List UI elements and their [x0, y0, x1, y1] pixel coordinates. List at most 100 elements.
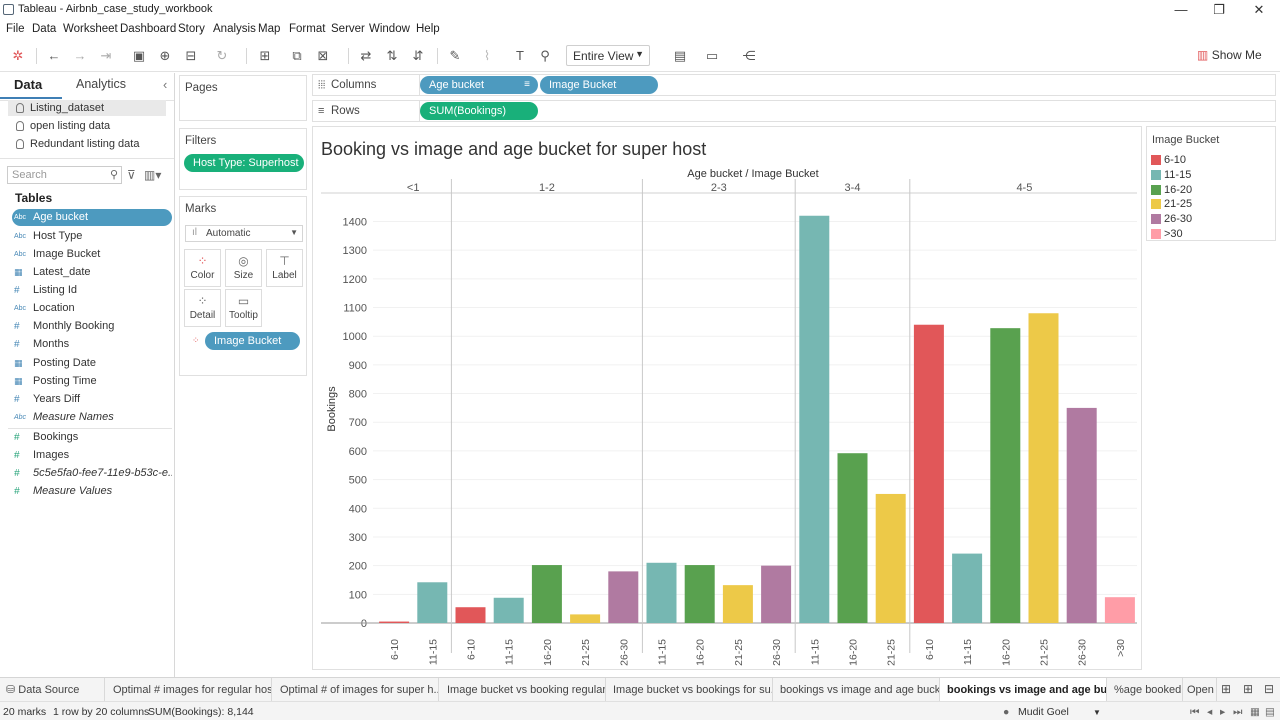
- field-host-type[interactable]: Abc Host Type: [12, 228, 172, 245]
- menu-analysis[interactable]: Analysis: [213, 23, 256, 35]
- new-worksheet-tab-icon[interactable]: ⊞: [1221, 682, 1231, 696]
- tab-data-source[interactable]: ⛁ Data Source: [0, 678, 105, 702]
- pause-updates-icon[interactable]: ⊟: [183, 48, 199, 64]
- legend-item[interactable]: 26-30: [1151, 212, 1192, 226]
- menu-file[interactable]: File: [6, 23, 25, 35]
- tab-optimal-images-regular[interactable]: Optimal # images for regular hosr: [105, 678, 272, 702]
- tab-age-booked[interactable]: %age booked: [1107, 678, 1183, 702]
- mark-type-dropdown[interactable]: ıl Automatic ▼: [185, 225, 303, 242]
- field-generated-id[interactable]: # 5c5e5fa0-fee7-11e9-b53c-e...: [12, 465, 172, 482]
- menu-window[interactable]: Window: [369, 23, 410, 35]
- datasource-listing-dataset[interactable]: Listing_dataset: [8, 100, 166, 116]
- menu-format[interactable]: Format: [289, 23, 325, 35]
- highlight-icon[interactable]: ✎: [447, 48, 463, 64]
- close-button[interactable]: ✕: [1246, 2, 1272, 18]
- label-button[interactable]: ⊤ Label: [266, 249, 303, 287]
- columns-pill-image-bucket[interactable]: Image Bucket: [540, 76, 658, 94]
- tab-bookings-image-age-super[interactable]: bookings vs image and age buc...: [940, 678, 1107, 702]
- color-button[interactable]: ⁘ Color: [184, 249, 221, 287]
- field-measure-values[interactable]: # Measure Values: [12, 483, 172, 500]
- datasource-redundant-listing[interactable]: Redundant listing data: [8, 136, 166, 152]
- bar[interactable]: [684, 565, 715, 623]
- color-legend[interactable]: Image Bucket 6-10 11-15 16-20 21-25 26-30 >30: [1146, 126, 1276, 241]
- collapse-pane-icon[interactable]: ‹: [163, 77, 167, 92]
- legend-item[interactable]: 11-15: [1151, 168, 1191, 182]
- bar[interactable]: [799, 215, 830, 623]
- bar[interactable]: [1104, 597, 1135, 623]
- worksheet-view[interactable]: Booking vs image and age bucket for supe…: [312, 126, 1142, 670]
- tab-image-bucket-super[interactable]: Image bucket vs bookings for su...: [606, 678, 773, 702]
- presentation-mode-icon[interactable]: ▭: [704, 48, 720, 64]
- legend-item[interactable]: 16-20: [1151, 183, 1192, 197]
- first-sheet-icon[interactable]: ⏮: [1190, 706, 1199, 719]
- show-labels-icon[interactable]: T: [512, 48, 528, 64]
- new-worksheet-icon[interactable]: ⊞: [257, 48, 273, 64]
- last-sheet-icon[interactable]: ⏭: [1233, 706, 1242, 719]
- menu-story[interactable]: Story: [178, 23, 205, 35]
- menu-map[interactable]: Map: [258, 23, 280, 35]
- menu-dashboard[interactable]: Dashboard: [120, 23, 176, 35]
- columns-pill-age-bucket[interactable]: Age bucket ≡: [420, 76, 538, 94]
- field-bookings[interactable]: # Bookings: [12, 429, 172, 446]
- field-measure-names[interactable]: Abc Measure Names: [12, 409, 172, 426]
- bar[interactable]: [837, 453, 868, 623]
- clear-sheet-icon[interactable]: ⊠: [315, 48, 331, 64]
- bar[interactable]: [608, 571, 639, 623]
- field-monthly-booking[interactable]: # Monthly Booking: [12, 318, 172, 335]
- maximize-button[interactable]: ❐: [1206, 2, 1232, 18]
- minimize-button[interactable]: —: [1168, 2, 1194, 18]
- bar[interactable]: [761, 565, 792, 623]
- view-options-icon[interactable]: ▥▾: [144, 168, 161, 182]
- fix-axes-icon[interactable]: ⚲: [537, 48, 553, 64]
- legend-item[interactable]: 6-10: [1151, 153, 1186, 167]
- share-icon[interactable]: ⋲: [741, 48, 757, 64]
- field-listing-id[interactable]: # Listing Id: [12, 282, 172, 299]
- duplicate-sheet-icon[interactable]: ⧉: [289, 48, 305, 64]
- swap-rows-columns-icon[interactable]: ⇄: [358, 48, 374, 64]
- tab-data[interactable]: Data: [14, 77, 42, 92]
- new-story-tab-icon[interactable]: ⊟: [1264, 682, 1274, 696]
- bar[interactable]: [952, 553, 983, 623]
- tooltip-button[interactable]: ▭ Tooltip: [225, 289, 262, 327]
- legend-item[interactable]: 21-25: [1151, 197, 1192, 211]
- filmstrip-view-icon[interactable]: ▤: [1265, 706, 1275, 718]
- field-latest-date[interactable]: ▦ Latest_date: [12, 264, 172, 281]
- search-input[interactable]: Search ⚲: [7, 166, 122, 184]
- grid-view-icon[interactable]: ▦: [1250, 706, 1260, 718]
- bar[interactable]: [417, 582, 448, 623]
- save-icon[interactable]: ▣: [131, 48, 147, 64]
- refresh-icon[interactable]: ↻: [214, 48, 230, 64]
- tableau-logo-icon[interactable]: ✲: [10, 48, 26, 64]
- bar[interactable]: [913, 324, 944, 623]
- field-age-bucket[interactable]: Abc Age bucket: [12, 209, 172, 226]
- pages-card[interactable]: Pages: [179, 75, 307, 121]
- replay-icon[interactable]: ⇥: [98, 48, 114, 64]
- menu-worksheet[interactable]: Worksheet: [63, 23, 118, 35]
- bar[interactable]: [1066, 407, 1097, 623]
- size-button[interactable]: ◎ Size: [225, 249, 262, 287]
- bar[interactable]: [455, 607, 486, 623]
- field-years-diff[interactable]: # Years Diff: [12, 391, 172, 408]
- new-dashboard-tab-icon[interactable]: ⊞: [1243, 682, 1253, 696]
- legend-item[interactable]: >30: [1151, 227, 1183, 241]
- field-location[interactable]: Abc Location: [12, 300, 172, 317]
- tab-optimal-images-super[interactable]: Optimal # of images for super h...: [272, 678, 439, 702]
- bar-chart[interactable]: Booking vs image and age bucket for supe…: [313, 127, 1143, 671]
- prev-sheet-icon[interactable]: ◂: [1207, 706, 1212, 718]
- redo-icon[interactable]: →: [72, 48, 88, 64]
- bar[interactable]: [379, 621, 410, 623]
- marks-pill-image-bucket[interactable]: Image Bucket: [205, 332, 300, 350]
- sort-descending-icon[interactable]: ⇵: [410, 48, 426, 64]
- bar[interactable]: [990, 328, 1021, 623]
- field-posting-date[interactable]: ▦ Posting Date: [12, 355, 172, 372]
- field-months[interactable]: # Months: [12, 336, 172, 353]
- undo-icon[interactable]: ←: [46, 48, 62, 64]
- bar[interactable]: [493, 597, 524, 623]
- bar[interactable]: [875, 493, 906, 623]
- field-images[interactable]: # Images: [12, 447, 172, 464]
- menu-data[interactable]: Data: [32, 23, 56, 35]
- detail-button[interactable]: ⁘ Detail: [184, 289, 221, 327]
- filters-card[interactable]: Filters Host Type: Superhost: [179, 128, 307, 190]
- show-me-button[interactable]: ▥ Show Me: [1197, 48, 1262, 62]
- bar[interactable]: [646, 562, 677, 623]
